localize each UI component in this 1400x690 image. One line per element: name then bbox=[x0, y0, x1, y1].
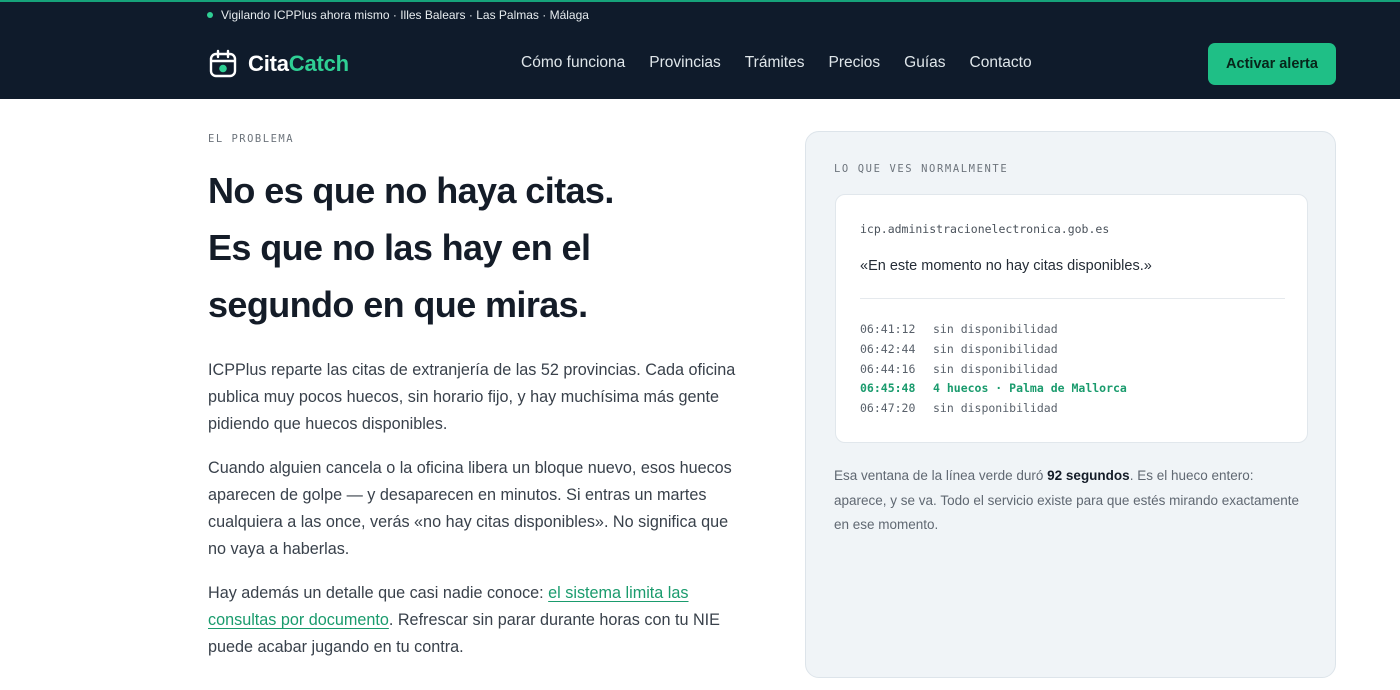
nav-link-guias[interactable]: Guías bbox=[904, 54, 945, 72]
log-row-available: 06:45:48 4 huecos · Palma de Mallorca bbox=[860, 381, 1127, 396]
section-kicker: EL PROBLEMA bbox=[208, 133, 295, 145]
live-status-dot-icon bbox=[207, 12, 213, 18]
log-row: 06:41:12 sin disponibilidad bbox=[860, 322, 1058, 336]
limit-paragraph: Hay además un detalle que casi nadie con… bbox=[208, 584, 720, 656]
main-navigation: CitaCatch Cómo funciona Provincias Trámi… bbox=[0, 29, 1400, 99]
nav-link-como-funciona[interactable]: Cómo funciona bbox=[521, 54, 625, 72]
availability-log-card: icp.administracionelectronica.gob.es «En… bbox=[835, 194, 1308, 443]
intro-paragraph: ICPPlus reparte las citas de extranjería… bbox=[208, 361, 736, 433]
log-row: 06:47:20 sin disponibilidad bbox=[860, 401, 1058, 416]
no-appointments-message: «En este momento no hay citas disponible… bbox=[860, 258, 1152, 274]
log-row: 06:42:44 sin disponibilidad bbox=[860, 341, 1058, 356]
log-row: 06:44:16 sin disponibilidad bbox=[860, 361, 1058, 376]
activate-alert-button[interactable]: Activar alerta bbox=[1208, 43, 1336, 85]
logo[interactable]: CitaCatch bbox=[208, 49, 349, 79]
nav-links: Cómo funciona Provincias Trámites Precio… bbox=[521, 54, 1032, 72]
announcement-bar: Vigilando ICPPlus ahora mismo · Illes Ba… bbox=[0, 0, 1400, 29]
calendar-icon bbox=[209, 49, 237, 78]
nav-link-provincias[interactable]: Provincias bbox=[649, 54, 721, 72]
nav-link-contacto[interactable]: Contacto bbox=[970, 54, 1032, 72]
site-url: icp.administracionelectronica.gob.es bbox=[860, 222, 1110, 236]
divider bbox=[860, 298, 1285, 299]
panel-note: Esa ventana de la línea verde duró 92 se… bbox=[834, 468, 1300, 532]
panel-kicker: LO QUE VES NORMALMENTE bbox=[834, 163, 1009, 175]
headline-line: Es que no las hay en el bbox=[208, 227, 591, 268]
logo-text: CitaCatch bbox=[248, 51, 349, 76]
monitoring-status: Vigilando ICPPlus ahora mismo · Illes Ba… bbox=[207, 8, 589, 22]
availability-log: 06:41:12 sin disponibilidad 06:42:44 sin d… bbox=[860, 320, 1127, 419]
nav-link-precios[interactable]: Precios bbox=[828, 54, 880, 72]
cancellation-paragraph: Cuando alguien cancela o la oficina libe… bbox=[208, 459, 732, 558]
monitoring-status-text: Vigilando ICPPlus ahora mismo · Illes Ba… bbox=[221, 8, 589, 22]
nav-link-tramites[interactable]: Trámites bbox=[745, 54, 805, 72]
page-headline: No es que no haya citas. Es que no las h… bbox=[208, 162, 768, 333]
headline-line: segundo en que miras. bbox=[208, 284, 588, 325]
headline-line: No es que no haya citas. bbox=[208, 170, 614, 211]
example-panel: LO QUE VES NORMALMENTE icp.administracio… bbox=[805, 131, 1336, 678]
